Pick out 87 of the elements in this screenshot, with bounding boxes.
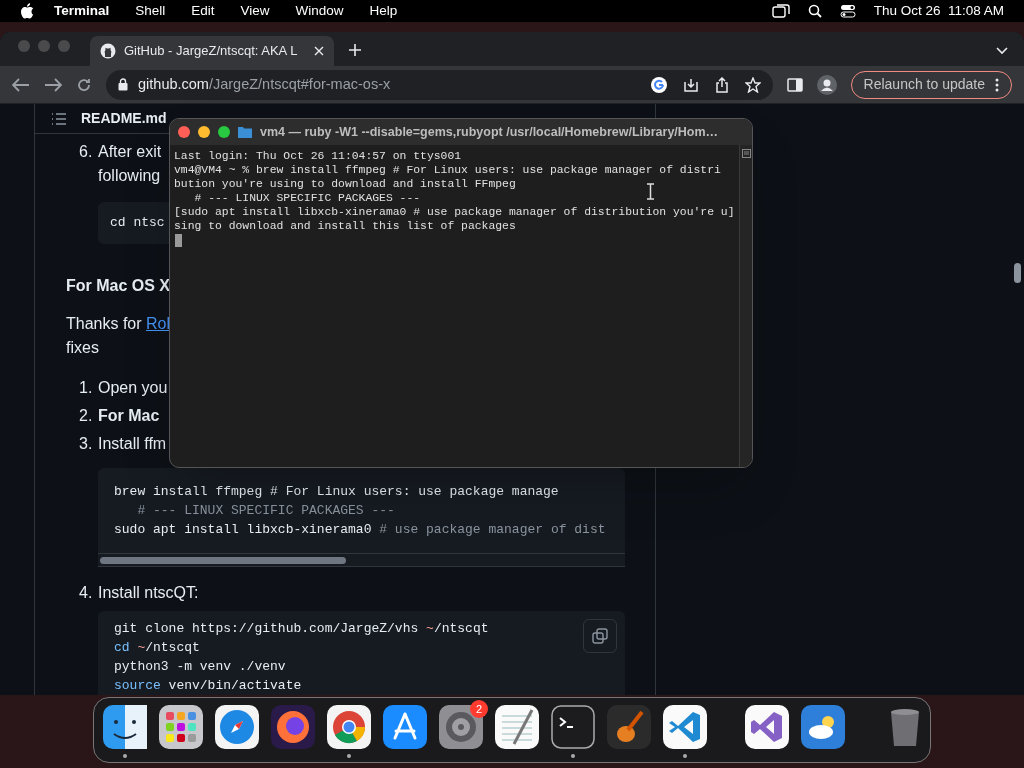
code-line: cd ~/ntscqt bbox=[114, 639, 200, 657]
list-number: 3. bbox=[79, 434, 94, 454]
menu-item[interactable]: Edit bbox=[191, 0, 215, 22]
notification-badge: 2 bbox=[470, 700, 488, 718]
menu-item[interactable]: Terminal bbox=[54, 0, 110, 22]
code-line: brew install ffmpeg # For Linux users: use package manage bbox=[114, 483, 559, 501]
terminal-line: Last login: Thu Oct 26 11:04:57 on ttys001 bbox=[174, 149, 462, 163]
side-panel-icon[interactable] bbox=[786, 77, 803, 92]
code-line: sudo apt install libxcb-xinerama0 # use package manager of dist bbox=[114, 521, 606, 539]
github-logo-icon bbox=[100, 43, 116, 59]
page-scrollbar-thumb[interactable] bbox=[1013, 263, 1021, 283]
i-beam-cursor-icon bbox=[646, 183, 655, 200]
apple-logo-icon[interactable] bbox=[20, 3, 34, 19]
url-text: github.com/JargeZ/ntscqt#for-mac-os-x bbox=[138, 74, 391, 94]
compass-icon[interactable] bbox=[214, 704, 260, 750]
app-store-icon[interactable] bbox=[382, 704, 428, 750]
copy-icon bbox=[592, 628, 608, 644]
menu-bar-clock[interactable]: Thu Oct 26 11:08 AM bbox=[873, 0, 1004, 22]
copy-button[interactable] bbox=[583, 619, 617, 653]
scrollbar-thumb[interactable] bbox=[100, 556, 346, 564]
cloud-icon[interactable] bbox=[800, 704, 846, 750]
address-bar[interactable]: github.com/JargeZ/ntscqt#for-mac-os-x bbox=[106, 69, 773, 100]
paragraph-text: Thanks for bbox=[66, 314, 143, 334]
forward-icon[interactable] bbox=[44, 77, 62, 92]
notepad-icon[interactable] bbox=[494, 704, 540, 750]
code-line: git clone https://github.com/JargeZ/vhs ~/ntscqt bbox=[114, 620, 489, 638]
list-text: following bbox=[98, 166, 161, 186]
zoom-button[interactable] bbox=[218, 126, 230, 138]
app-grid-icon[interactable] bbox=[158, 704, 204, 750]
share-icon[interactable] bbox=[714, 76, 729, 93]
back-icon[interactable] bbox=[12, 77, 30, 92]
code-line: cd ntsc bbox=[110, 214, 165, 233]
split-pane-icon[interactable] bbox=[741, 149, 751, 158]
list-number: 2. bbox=[79, 406, 94, 426]
search-icon[interactable] bbox=[807, 4, 822, 18]
menu-item[interactable]: View bbox=[240, 0, 270, 22]
close-icon[interactable] bbox=[314, 46, 324, 56]
terminal-line: [sudo apt install libxcb-xinerama0 # use package manager of distribution you're u] bbox=[174, 205, 735, 219]
new-tab-icon[interactable] bbox=[348, 43, 362, 57]
author-link[interactable]: Rol bbox=[146, 312, 171, 336]
code-line: python3 -m venv ./venv bbox=[114, 658, 286, 676]
list-number: 4. bbox=[79, 583, 94, 603]
window-title: vm4 — ruby -W1 --disable=gems,rubyopt /usr/local/Homebrew/Library/Hom… bbox=[260, 123, 719, 141]
browser-tab[interactable]: GitHub - JargeZ/ntscqt: AKA L bbox=[90, 36, 334, 66]
terminal-line: bution you're using to download and install FFmpeg bbox=[174, 177, 516, 191]
section-heading: For Mac OS X bbox=[66, 276, 171, 296]
code-line: # --- LINUX SPECIFIC PACKAGES --- bbox=[136, 502, 395, 520]
folder-icon bbox=[238, 126, 252, 138]
terminal-line: sing to download and install this list of packages bbox=[174, 219, 516, 233]
text-cursor bbox=[175, 234, 182, 247]
terminal-line: vm4@VM4 ~ % brew install ffmpeg # For Linux users: use package manager of distri bbox=[174, 163, 721, 177]
tab-title: GitHub - JargeZ/ntscqt: AKA L bbox=[124, 42, 298, 61]
download-icon[interactable] bbox=[682, 76, 699, 93]
list-text: After exit bbox=[98, 142, 162, 162]
profile-icon[interactable] bbox=[816, 74, 837, 95]
paragraph-text: fixes bbox=[66, 338, 99, 358]
lock-icon bbox=[118, 78, 128, 91]
menu-item[interactable]: Window bbox=[295, 0, 344, 22]
more-icon[interactable] bbox=[995, 77, 999, 92]
code-line: source venv/bin/activate bbox=[114, 677, 302, 695]
reload-icon[interactable] bbox=[76, 76, 92, 93]
list-text: Install ntscQT: bbox=[98, 583, 199, 603]
list-number: 1. bbox=[79, 378, 94, 398]
google-icon[interactable] bbox=[650, 76, 667, 93]
gear-icon[interactable] bbox=[438, 704, 484, 750]
toggles-icon[interactable] bbox=[839, 4, 856, 18]
star-icon[interactable] bbox=[744, 76, 761, 93]
list-text: For Mac bbox=[98, 406, 160, 426]
terminal-line: # --- LINUX SPECIFIC PACKAGES --- bbox=[193, 191, 421, 205]
windows-icon[interactable] bbox=[771, 4, 790, 18]
code-editor-icon[interactable] bbox=[662, 704, 708, 750]
browser-icon[interactable] bbox=[326, 704, 372, 750]
list-text: Open you bbox=[98, 378, 168, 398]
list-icon[interactable] bbox=[51, 111, 67, 126]
face-icon[interactable] bbox=[102, 704, 148, 750]
ide-icon[interactable] bbox=[744, 704, 790, 750]
list-text: Install ffm bbox=[98, 434, 167, 454]
menu-item[interactable]: Help bbox=[369, 0, 398, 22]
terminal-icon[interactable] bbox=[550, 704, 596, 750]
fox-browser-icon[interactable] bbox=[270, 704, 316, 750]
menu-item[interactable]: Shell bbox=[135, 0, 166, 22]
minimize-button[interactable] bbox=[198, 126, 210, 138]
file-name: README.md bbox=[81, 109, 167, 128]
list-number: 6. bbox=[79, 142, 94, 162]
close-button[interactable] bbox=[178, 126, 190, 138]
chevron-down-icon[interactable] bbox=[996, 47, 1008, 55]
guitar-icon[interactable] bbox=[606, 704, 652, 750]
